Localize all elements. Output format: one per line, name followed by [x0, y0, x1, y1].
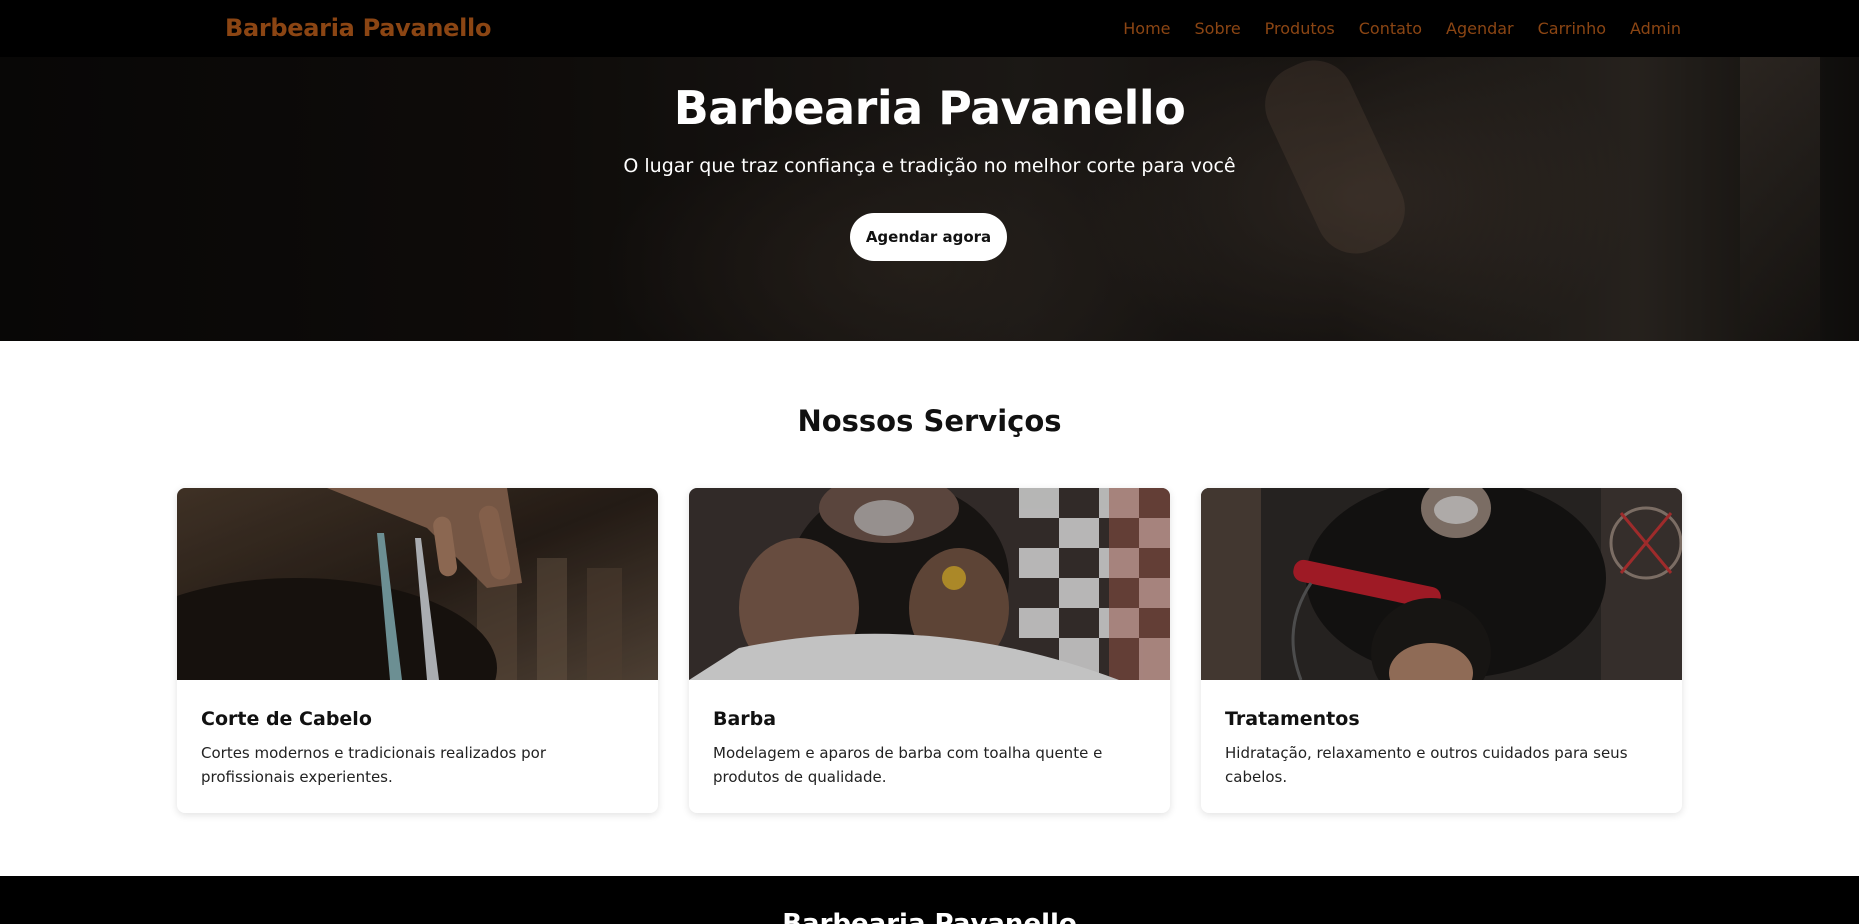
service-card-treatments: Tratamentos Hidratação, relaxamento e ou…	[1201, 488, 1682, 813]
nav-link-agendar[interactable]: Agendar	[1446, 19, 1514, 38]
card-title-beard: Barba	[713, 708, 777, 730]
treatments-image	[1201, 488, 1682, 680]
service-card-haircut: Corte de Cabelo Cortes modernos e tradic…	[177, 488, 658, 813]
nav-link-carrinho[interactable]: Carrinho	[1538, 19, 1606, 38]
hero-title: Barbearia Pavanello	[673, 81, 1186, 135]
card-text-treatments: Hidratação, relaxamento e outros cuidado…	[1225, 744, 1628, 786]
nav-link-sobre[interactable]: Sobre	[1195, 19, 1241, 38]
nav-link-produtos[interactable]: Produtos	[1265, 19, 1335, 38]
card-title-treatments: Tratamentos	[1225, 708, 1360, 730]
nav-links: Home Sobre Produtos Contato Agendar Carr…	[1099, 19, 1681, 38]
card-title-haircut: Corte de Cabelo	[201, 708, 372, 730]
services-title: Nossos Serviços	[797, 404, 1062, 438]
beard-image	[689, 488, 1170, 680]
footer: Barbearia Pavanello	[0, 876, 1859, 924]
service-card-beard: Barba Modelagem e aparos de barba com to…	[689, 488, 1170, 813]
brand-logo-link[interactable]: Barbearia Pavanello	[225, 14, 491, 42]
card-text-haircut: Cortes modernos e tradicionais realizado…	[201, 744, 546, 786]
nav-link-home[interactable]: Home	[1123, 19, 1170, 38]
nav-link-contato[interactable]: Contato	[1359, 19, 1422, 38]
schedule-now-button[interactable]: Agendar agora	[850, 213, 1007, 261]
card-text-beard: Modelagem e aparos de barba com toalha q…	[713, 744, 1103, 786]
haircut-image	[177, 488, 658, 680]
nav-link-admin[interactable]: Admin	[1630, 19, 1681, 38]
footer-title: Barbearia Pavanello	[782, 909, 1077, 924]
hero-subtitle: O lugar que traz confiança e tradição no…	[623, 155, 1236, 177]
navbar: Barbearia Pavanello Home Sobre Produtos …	[0, 0, 1859, 57]
hero-section: Barbearia Pavanello O lugar que traz con…	[0, 57, 1859, 341]
